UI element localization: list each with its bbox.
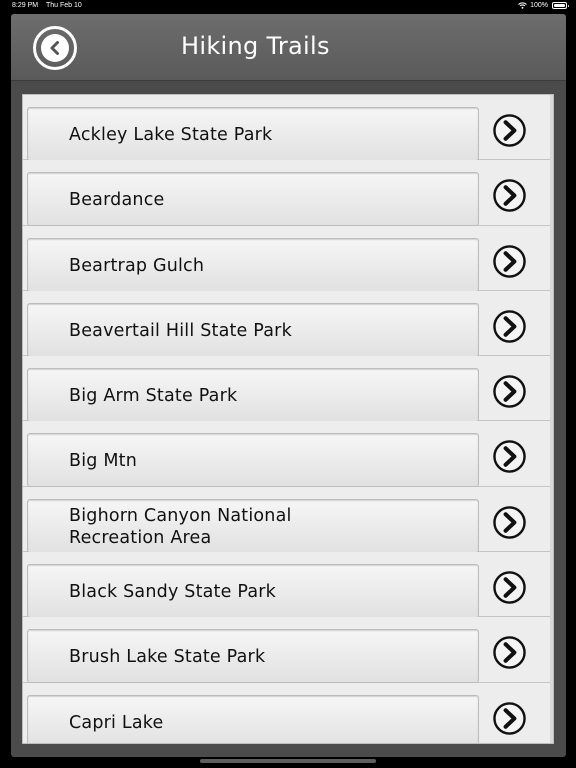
status-date: Thu Feb 10 (46, 2, 82, 9)
trail-name: Beardance (69, 190, 165, 211)
trail-button[interactable]: Beartrap Gulch (27, 237, 479, 292)
trail-list: Ackley Lake State Park Beardance Beartrap … (23, 95, 553, 743)
chevron-right-circle-icon[interactable] (493, 636, 526, 670)
trail-name: Brush Lake State Park (69, 647, 266, 668)
trail-button[interactable]: Beavertail Hill State Park (27, 302, 479, 357)
chevron-right-circle-icon[interactable] (493, 701, 526, 735)
chevron-right-circle-icon[interactable] (493, 506, 526, 539)
status-indicators: 100% (518, 2, 569, 9)
chevron-right-circle-icon[interactable] (493, 179, 526, 213)
trail-button[interactable]: Capri Lake (27, 694, 479, 743)
status-bar: 8:29 PM Thu Feb 10 100% (0, 0, 576, 13)
status-time: 8:29 PM (12, 2, 39, 9)
app-frame: Hiking Trails Ackley Lake State Park Bear… (11, 14, 566, 757)
trail-name: Big Mtn (69, 451, 137, 472)
list-item: Capri Lake (23, 682, 553, 743)
trail-name: Capri Lake (69, 712, 164, 733)
back-button[interactable] (33, 26, 77, 70)
trail-button[interactable]: Ackley Lake State Park (27, 107, 479, 161)
home-indicator[interactable] (200, 759, 376, 763)
chevron-left-circle-icon (41, 34, 69, 62)
trail-button[interactable]: Brush Lake State Park (27, 629, 479, 684)
chevron-right-circle-icon[interactable] (493, 310, 526, 343)
chevron-right-circle-icon[interactable] (493, 114, 526, 147)
list-item: Ackley Lake State Park (23, 95, 553, 161)
trail-name: Ackley Lake State Park (69, 125, 273, 145)
list-item: Beartrap Gulch (23, 225, 553, 292)
trail-button[interactable]: Big Mtn (27, 433, 479, 488)
list-item: Bighorn Canyon National Recreation Area (23, 486, 553, 553)
trail-button[interactable]: Bighorn Canyon National Recreation Area (27, 498, 479, 553)
battery-percent: 100% (530, 2, 548, 9)
chevron-right-circle-icon[interactable] (493, 375, 526, 408)
chevron-right-circle-icon[interactable] (493, 244, 526, 278)
list-item: Big Arm State Park (23, 356, 553, 423)
trail-name: Beartrap Gulch (69, 255, 205, 276)
chevron-right-circle-icon[interactable] (493, 440, 526, 474)
battery-icon (552, 2, 569, 9)
trail-name: Beavertail Hill State Park (69, 320, 292, 341)
navigation-header: Hiking Trails (11, 14, 566, 81)
wifi-icon (518, 2, 527, 9)
trail-list-panel[interactable]: Ackley Lake State Park Beardance Beartrap … (22, 94, 554, 744)
list-item: Black Sandy State Park (23, 552, 553, 619)
trail-name: Bighorn Canyon National Recreation Area (69, 505, 292, 548)
trail-button[interactable]: Big Arm State Park (27, 368, 479, 423)
chevron-right-circle-icon[interactable] (493, 571, 526, 604)
list-item: Beardance (23, 160, 553, 227)
list-item: Beavertail Hill State Park (23, 290, 553, 357)
list-item: Big Mtn (23, 421, 553, 488)
page-title: Hiking Trails (181, 32, 330, 60)
trail-name: Big Arm State Park (69, 386, 238, 407)
trail-button[interactable]: Black Sandy State Park (27, 564, 479, 619)
list-item: Brush Lake State Park (23, 617, 553, 684)
scroll-track (550, 95, 553, 743)
trail-button[interactable]: Beardance (27, 172, 479, 227)
trail-name: Black Sandy State Park (69, 582, 276, 603)
